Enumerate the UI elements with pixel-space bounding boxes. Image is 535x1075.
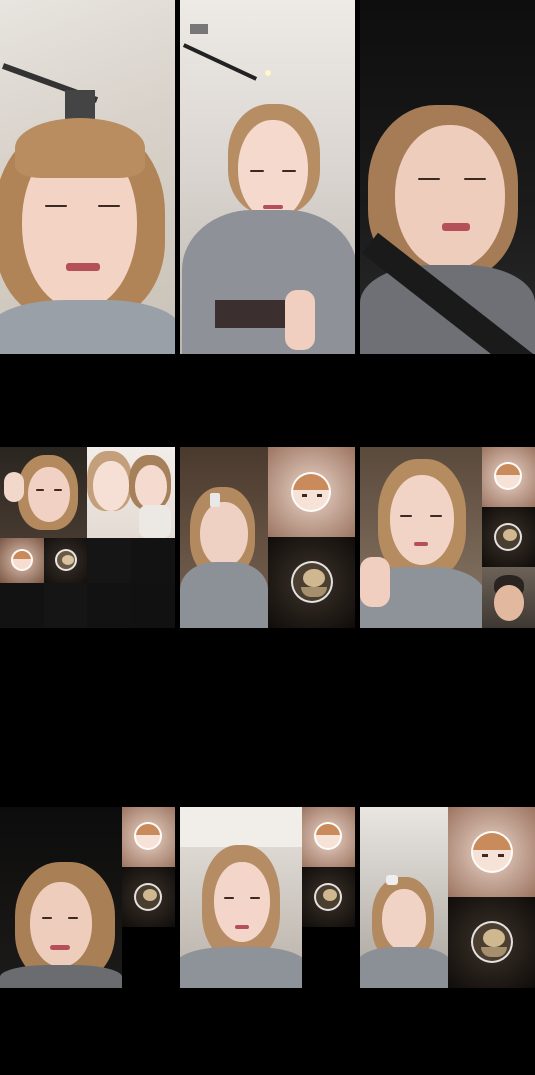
host-tile[interactable] [0, 807, 122, 988]
guest-tile-octopus[interactable] [448, 897, 535, 988]
guest-tile-empty-1[interactable] [87, 538, 131, 583]
anime-girl-avatar-icon [291, 472, 331, 512]
video-cell-6[interactable] [360, 447, 535, 628]
host-tile[interactable] [360, 447, 482, 628]
host-tile[interactable] [360, 807, 448, 988]
guest-tile-octopus[interactable] [302, 867, 355, 927]
guest-tile-empty[interactable] [302, 927, 355, 988]
video-cell-8[interactable] [180, 807, 355, 988]
octopus-avatar-icon [55, 549, 77, 571]
guest-tile-empty-2[interactable] [131, 538, 175, 583]
guest-tile-anime[interactable] [302, 807, 355, 867]
octopus-avatar-icon [471, 921, 513, 963]
anime-girl-avatar-icon [471, 831, 513, 873]
host-tile[interactable] [180, 807, 302, 988]
video-cell-3[interactable] [360, 0, 535, 354]
guest-tile-empty-5[interactable] [87, 583, 131, 628]
octopus-avatar-icon [494, 523, 522, 551]
guest-tile-empty-3[interactable] [0, 583, 44, 628]
octopus-avatar-icon [134, 883, 162, 911]
guest-tile-octopus[interactable] [44, 538, 87, 583]
guest-tile-anime[interactable] [0, 538, 44, 583]
video-grid [0, 0, 535, 1075]
video-cell-9[interactable] [360, 807, 535, 988]
guest-tile-main[interactable] [0, 447, 87, 538]
anime-girl-avatar-icon [314, 822, 342, 850]
video-cell-5[interactable] [180, 447, 355, 628]
guest-tile-anime[interactable] [448, 807, 535, 897]
guest-tile-duo[interactable] [87, 447, 175, 538]
guest-tile-octopus[interactable] [122, 867, 175, 927]
anime-girl-avatar-icon [11, 549, 33, 571]
guest-tile-man[interactable] [482, 567, 535, 628]
guest-tile-anime[interactable] [122, 807, 175, 867]
video-cell-7[interactable] [0, 807, 175, 988]
octopus-avatar-icon [291, 561, 333, 603]
host-tile[interactable] [180, 447, 268, 628]
guest-tile-anime[interactable] [268, 447, 355, 537]
anime-girl-avatar-icon [134, 822, 162, 850]
anime-girl-avatar-icon [494, 462, 522, 490]
video-cell-4[interactable] [0, 447, 175, 628]
guest-tile-octopus[interactable] [482, 507, 535, 567]
guest-tile-empty[interactable] [122, 927, 175, 988]
guest-tile-octopus[interactable] [268, 537, 355, 628]
guest-tile-empty-4[interactable] [44, 583, 87, 628]
guest-tile-anime[interactable] [482, 447, 535, 507]
video-cell-1[interactable] [0, 0, 175, 354]
octopus-avatar-icon [314, 883, 342, 911]
video-cell-2[interactable] [180, 0, 355, 354]
